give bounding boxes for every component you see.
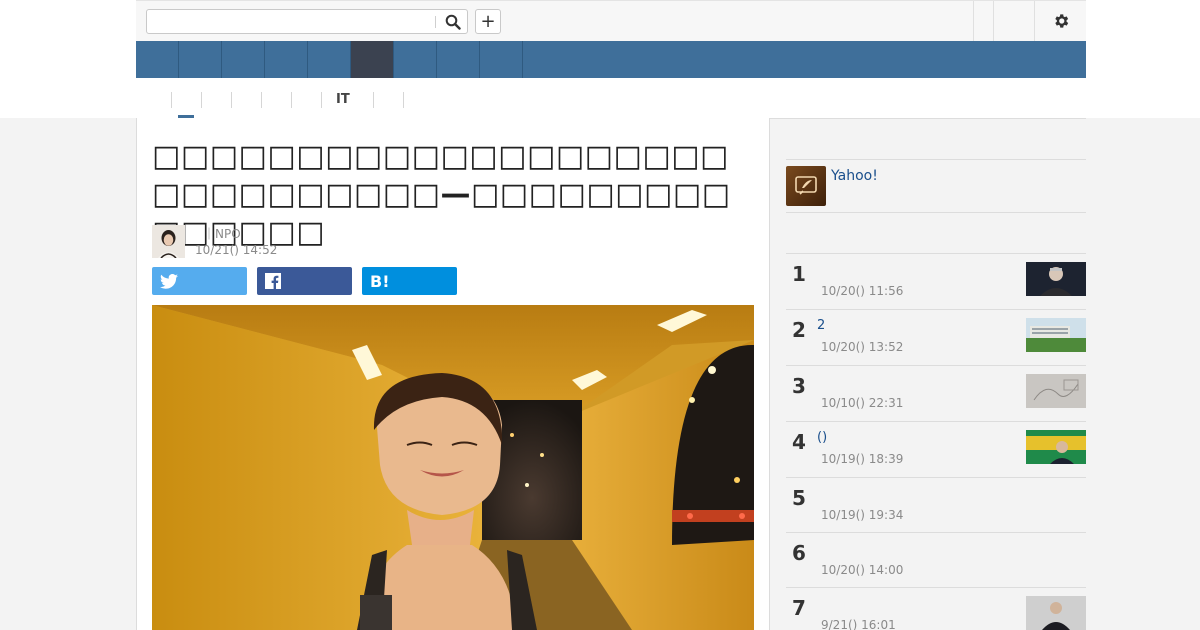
rank-title[interactable]: 2: [817, 318, 825, 333]
divider: [786, 159, 1086, 160]
yahoo-promo-link[interactable]: Yahoo!: [831, 168, 878, 184]
ranking-item[interactable]: 6 10/20() 14:00: [786, 532, 1086, 588]
rank-date: 10/20() 11:56: [821, 284, 904, 298]
ranking-item[interactable]: 3 10/10() 22:31: [786, 365, 1086, 421]
author-avatar-image: [152, 225, 185, 258]
header-divider: [1034, 1, 1035, 41]
nav-item[interactable]: [179, 41, 222, 78]
nav-item[interactable]: [394, 41, 437, 78]
rank-number: 7: [792, 596, 806, 620]
twitter-share-button[interactable]: [152, 267, 247, 295]
ranking-item[interactable]: 4 () 10/19() 18:39: [786, 421, 1086, 477]
category-tabs: IT: [136, 82, 1086, 118]
facebook-icon: [265, 273, 281, 289]
hatena-icon: B!: [370, 271, 390, 291]
rank-date: 9/21() 16:01: [821, 618, 896, 630]
rank-number: 1: [792, 262, 806, 286]
ranking-item[interactable]: 5 10/19() 19:34: [786, 477, 1086, 533]
rank-title[interactable]: (): [817, 430, 827, 445]
category-tab[interactable]: [291, 92, 321, 108]
author-meta: ｜NPO 10/21() 14:52: [195, 226, 277, 258]
rank-number: 6: [792, 541, 806, 565]
nav-item[interactable]: [308, 41, 351, 78]
rank-thumbnail-image: [1026, 318, 1086, 352]
nav-item-active[interactable]: [351, 41, 394, 78]
search-button[interactable]: [441, 12, 465, 32]
rank-thumbnail-image: [1026, 596, 1086, 630]
nav-item[interactable]: [437, 41, 480, 78]
search-input[interactable]: [151, 13, 431, 31]
category-tab[interactable]: [261, 92, 291, 108]
ranking-item[interactable]: 7 9/21() 16:01: [786, 587, 1086, 630]
category-tab[interactable]: [171, 92, 201, 108]
sidebar: Yahoo! 1 10/20() 11:56 2 2 10/20() 13:52: [786, 118, 1086, 630]
article-photo-image: [152, 305, 754, 630]
category-tab[interactable]: [201, 92, 231, 108]
rank-thumbnail-image: [1026, 262, 1086, 296]
settings-button[interactable]: [1046, 10, 1076, 32]
yahoo-news-icon[interactable]: [786, 166, 826, 206]
author-org[interactable]: ｜NPO: [195, 226, 277, 242]
divider: [786, 212, 1086, 213]
rank-number: 4: [792, 430, 806, 454]
header-divider: [993, 1, 994, 41]
rank-date: 10/20() 14:00: [821, 563, 904, 577]
rank-thumbnail-image: [1026, 374, 1086, 408]
rank-thumbnail[interactable]: [1026, 262, 1086, 296]
category-tab[interactable]: [231, 92, 261, 108]
author-avatar[interactable]: [152, 225, 185, 258]
category-tab[interactable]: [373, 92, 403, 108]
rank-number: 5: [792, 486, 806, 510]
rank-date: 10/19() 19:34: [821, 508, 904, 522]
nav-item[interactable]: [480, 41, 523, 78]
nav-item[interactable]: [265, 41, 308, 78]
article-photo: [152, 305, 754, 630]
twitter-icon: [160, 273, 178, 289]
gear-icon: [1055, 14, 1069, 28]
rank-number: 2: [792, 318, 806, 342]
plus-icon: +: [480, 10, 496, 32]
main-nav: [136, 41, 1086, 78]
rank-date: 10/20() 13:52: [821, 340, 904, 354]
nav-item[interactable]: [136, 41, 179, 78]
search-icon: [445, 14, 461, 30]
article-panel: □□□□□□□□□□□□□□□□□□□□□□□□□□□□□□—□□□□□□□□□…: [136, 118, 770, 630]
article-timestamp: 10/21() 14:52: [195, 243, 278, 257]
add-button[interactable]: +: [475, 9, 501, 34]
rank-thumbnail[interactable]: [1026, 430, 1086, 464]
rank-thumbnail[interactable]: [1026, 374, 1086, 408]
rank-date: 10/10() 22:31: [821, 396, 904, 410]
search-divider: [435, 16, 436, 28]
rank-thumbnail-image: [1026, 430, 1086, 464]
rank-date: 10/19() 18:39: [821, 452, 904, 466]
search-box: [146, 9, 468, 34]
category-tab-it[interactable]: IT: [321, 92, 373, 108]
category-tab[interactable]: [403, 92, 433, 108]
ranking-item[interactable]: 1 10/20() 11:56: [786, 253, 1086, 309]
facebook-share-button[interactable]: [257, 267, 352, 295]
ranking-item[interactable]: 2 2 10/20() 13:52: [786, 309, 1086, 365]
site-header: +: [136, 0, 1086, 41]
quill-icon: [795, 176, 817, 195]
rank-thumbnail[interactable]: [1026, 596, 1086, 630]
rank-thumbnail[interactable]: [1026, 318, 1086, 352]
header-divider: [973, 1, 974, 41]
hatena-bookmark-button[interactable]: B!: [362, 267, 457, 295]
rank-number: 3: [792, 374, 806, 398]
nav-item[interactable]: [222, 41, 265, 78]
